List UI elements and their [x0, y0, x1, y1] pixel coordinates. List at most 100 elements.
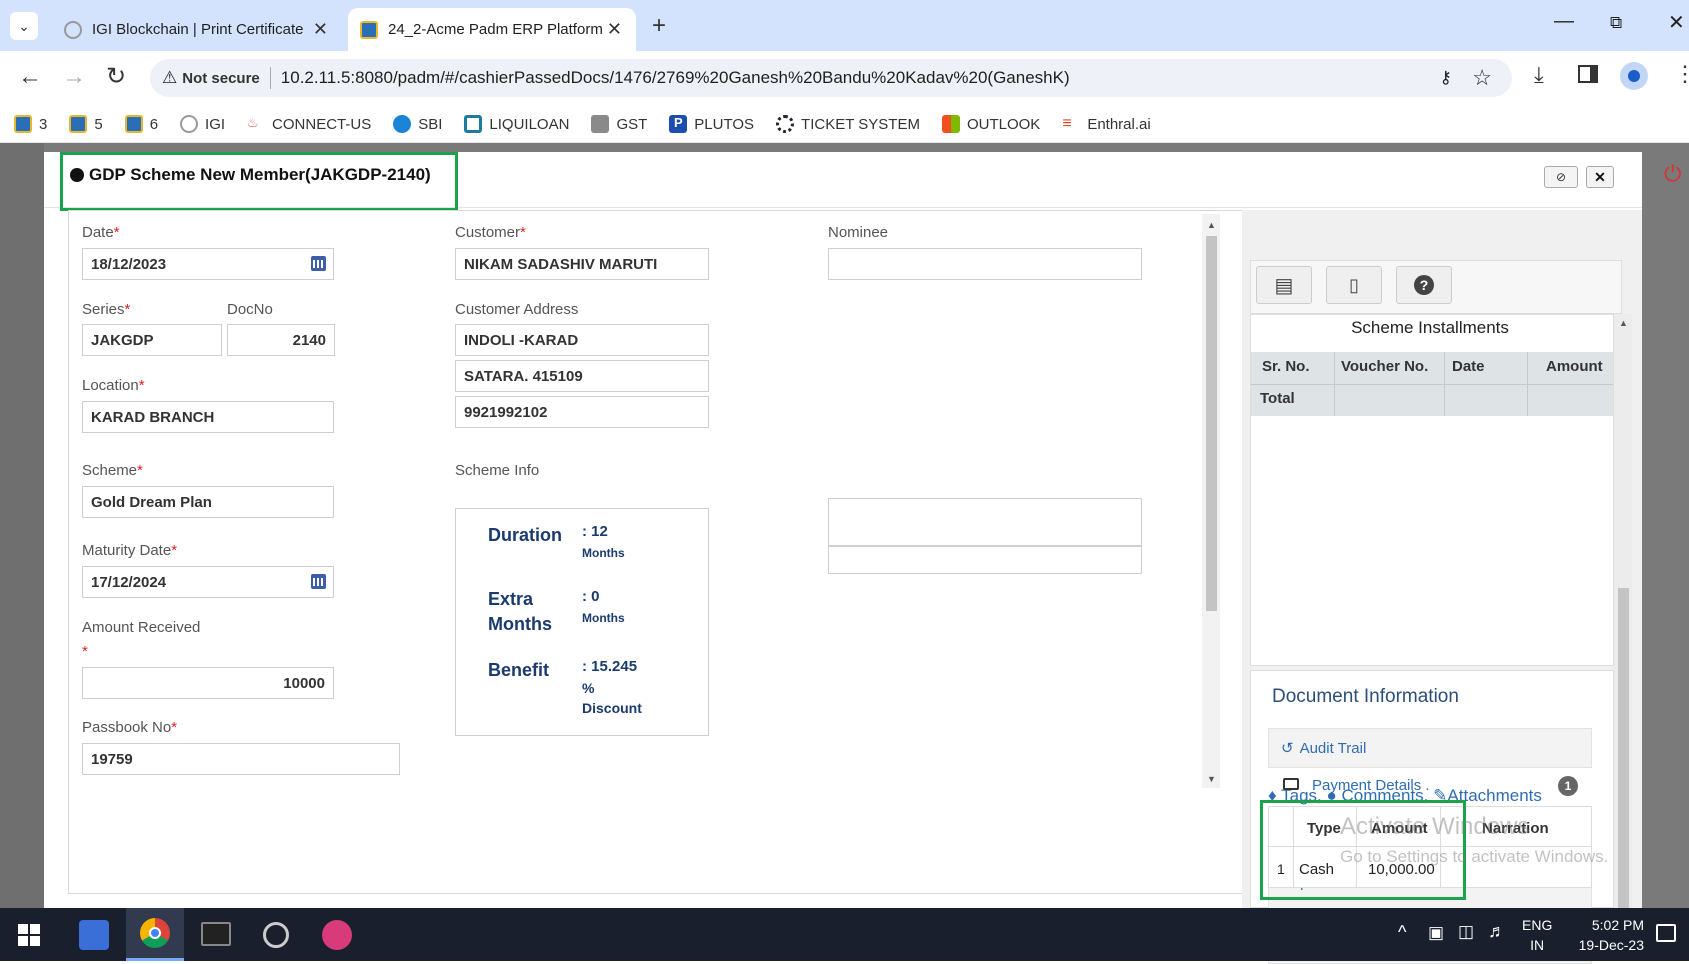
- back-icon[interactable]: ←: [18, 63, 42, 91]
- download-icon[interactable]: ⤓: [1534, 62, 1544, 88]
- star-icon[interactable]: ☆: [1472, 65, 1492, 91]
- notification-icon[interactable]: [1656, 924, 1676, 942]
- clock-time: 5:02 PM: [1591, 917, 1644, 933]
- bookmark-ticket-system[interactable]: TICKET SYSTEM: [776, 115, 920, 133]
- extra-months-value: : 0: [582, 588, 600, 605]
- series-field[interactable]: JAKGDP: [82, 324, 222, 356]
- address-line1-field[interactable]: INDOLI -KARAD: [455, 324, 709, 356]
- scrollbar-thumb[interactable]: [1206, 236, 1217, 611]
- bookmark-outlook[interactable]: OUTLOOK: [941, 115, 1040, 133]
- clock[interactable]: 5:02 PM 19-Dec-23: [1568, 915, 1644, 955]
- bookmark-6[interactable]: 6: [124, 115, 158, 133]
- new-tab-icon[interactable]: +: [652, 12, 666, 40]
- payment-count-badge: 1: [1558, 776, 1578, 796]
- document-info-title: Document Information: [1272, 686, 1459, 707]
- benefit-label: Benefit: [488, 660, 550, 680]
- scheme-field[interactable]: Gold Dream Plan: [82, 486, 334, 518]
- warning-icon[interactable]: ⚠: [162, 68, 177, 88]
- scheme-member-modal: GDP Scheme New Member(JAKGDP-2140) ⊘ ✕ ▲…: [44, 152, 1642, 964]
- address-phone-field[interactable]: 9921992102: [455, 396, 709, 428]
- col-divider: [1334, 352, 1335, 416]
- form-scrollbar[interactable]: ▲ ▼: [1202, 214, 1220, 788]
- extra-text-field-1[interactable]: [828, 498, 1142, 546]
- passbook-field[interactable]: 19759: [82, 743, 400, 775]
- window-close-icon[interactable]: ✕: [1668, 10, 1685, 35]
- bookmark-plutos[interactable]: P PLUTOS: [669, 115, 754, 133]
- close-icon[interactable]: ✕: [313, 19, 328, 40]
- bookmark-connect-us[interactable]: ♨ CONNECT-US: [247, 115, 371, 133]
- power-icon[interactable]: ⏻: [1664, 161, 1681, 187]
- sidepanel-icon[interactable]: [1578, 65, 1598, 83]
- right-panel-scrollbar[interactable]: ▲: [1614, 314, 1632, 908]
- reload-icon[interactable]: ↻: [106, 62, 126, 91]
- network-icon[interactable]: ◫: [1458, 922, 1474, 942]
- calendar-icon[interactable]: [311, 574, 326, 589]
- profile-avatar[interactable]: [1620, 62, 1648, 90]
- book-icon[interactable]: ▯: [1326, 266, 1382, 304]
- terminal-icon[interactable]: [201, 922, 231, 946]
- customer-field[interactable]: NIKAM SADASHIV MARUTI: [455, 248, 709, 280]
- extra-text-field-2[interactable]: [828, 546, 1142, 574]
- browser-tab[interactable]: IGI Blockchain | Print Certificate ✕: [52, 8, 342, 51]
- customer-address-label: Customer Address: [455, 301, 579, 318]
- bookmark-3[interactable]: 3: [14, 115, 47, 133]
- payment-details-label[interactable]: Payment Details .: [1312, 777, 1430, 794]
- benefit-unit-percent: %: [582, 680, 595, 696]
- scrollbar-thumb[interactable]: [1618, 588, 1629, 908]
- wps-icon[interactable]: [322, 920, 352, 950]
- audit-trail-row[interactable]: ↺ Audit Trail: [1268, 728, 1592, 768]
- location-field[interactable]: KARAD BRANCH: [82, 401, 334, 433]
- address-bar[interactable]: ⚠ Not secure 10.2.11.5:8080/padm/#/cashi…: [150, 59, 1512, 97]
- nominee-field[interactable]: [828, 248, 1142, 280]
- chrome-taskbar-icon[interactable]: [126, 908, 184, 961]
- total-label: Total: [1260, 390, 1295, 407]
- close-icon[interactable]: ✕: [607, 19, 622, 40]
- calendar-icon[interactable]: [311, 256, 326, 271]
- series-label: Series*: [82, 301, 131, 318]
- plutos-icon: P: [669, 115, 688, 133]
- bookmark-igi[interactable]: IGI: [180, 115, 225, 133]
- password-key-icon[interactable]: ⚷: [1440, 68, 1452, 88]
- header-divider: [1251, 384, 1613, 385]
- close-icon[interactable]: ✕: [1586, 166, 1614, 188]
- help-icon[interactable]: ?: [1396, 266, 1452, 304]
- passbook-label: Passbook No*: [82, 719, 178, 736]
- bookmark-gst[interactable]: GST: [591, 115, 647, 133]
- bookmark-5[interactable]: 5: [69, 115, 103, 133]
- tab-search-icon[interactable]: ⌄: [10, 12, 38, 40]
- security-label[interactable]: Not secure: [182, 70, 260, 87]
- date-field[interactable]: 18/12/2023: [82, 248, 334, 280]
- network-app-icon[interactable]: [263, 922, 289, 948]
- duration-unit: Months: [582, 546, 625, 560]
- volume-icon[interactable]: ♬: [1488, 921, 1506, 942]
- docno-field[interactable]: 2140: [227, 324, 335, 356]
- bookmark-enthral[interactable]: ≡ Enthral.ai: [1062, 115, 1150, 133]
- windows-taskbar: ^ ▣ ◫ ♬ ENG IN 5:02 PM 19-Dec-23: [0, 908, 1689, 961]
- list-view-icon[interactable]: ▤: [1256, 266, 1312, 304]
- url-text[interactable]: 10.2.11.5:8080/padm/#/cashierPassedDocs/…: [281, 68, 1070, 88]
- tray-chevron-icon[interactable]: ^: [1398, 922, 1406, 943]
- hide-eye-icon[interactable]: ⊘: [1544, 166, 1578, 188]
- minimize-icon[interactable]: —: [1554, 10, 1574, 33]
- ticket-icon: [776, 115, 795, 133]
- address-line2-field[interactable]: SATARA. 415109: [455, 360, 709, 392]
- language-indicator[interactable]: ENG IN: [1522, 915, 1552, 955]
- erp-icon: [124, 115, 143, 133]
- windows-start-icon[interactable]: [18, 924, 40, 946]
- docno-label: DocNo: [227, 301, 273, 318]
- bookmark-liquiloan[interactable]: LIQUILOAN: [464, 115, 569, 133]
- app-icon-blue[interactable]: [79, 920, 109, 950]
- activate-windows-subtext: Go to Settings to activate Windows.: [1340, 847, 1609, 866]
- activate-windows-watermark: Activate Windows: [1340, 813, 1530, 840]
- forward-icon[interactable]: →: [62, 63, 86, 91]
- browser-tab-active[interactable]: 24_2-Acme Padm ERP Platform ✕: [348, 8, 636, 51]
- restore-icon[interactable]: ⧉: [1610, 13, 1622, 33]
- extra-months-label-1: Extra: [488, 589, 534, 609]
- maturity-date-field[interactable]: 17/12/2024: [82, 566, 334, 598]
- page-sidebar-strip: [0, 143, 44, 908]
- erp-icon: [69, 115, 88, 133]
- menu-icon[interactable]: ⋮: [1674, 61, 1689, 87]
- bookmark-sbi[interactable]: SBI: [393, 115, 442, 133]
- amount-received-field[interactable]: 10000: [82, 667, 334, 699]
- tray-device-icon[interactable]: ▣: [1428, 923, 1444, 943]
